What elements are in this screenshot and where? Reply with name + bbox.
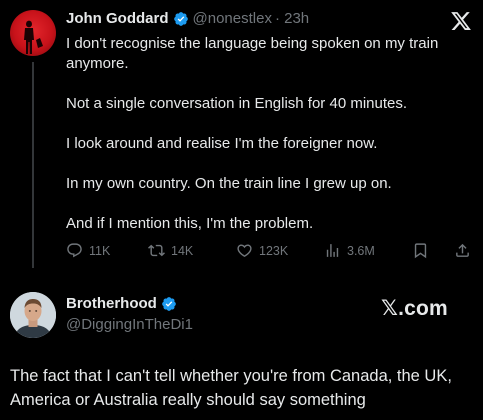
thread-connector-line bbox=[32, 62, 34, 268]
verified-badge-icon bbox=[161, 296, 176, 311]
reply-button[interactable]: 11K bbox=[66, 242, 110, 259]
repost-icon bbox=[148, 244, 165, 257]
profile-photo-icon bbox=[10, 292, 56, 338]
x-logo-icon bbox=[451, 12, 471, 30]
author-handle[interactable]: @nonestlex bbox=[193, 10, 272, 27]
tweet1-action-bar: 11K 14K 123K 3.6M bbox=[66, 242, 480, 264]
repost-count: 14K bbox=[171, 243, 194, 258]
tweet1-text: I don't recognise the language being spo… bbox=[66, 34, 476, 234]
tweet2-header: Brotherhood bbox=[66, 295, 177, 312]
verified-badge-icon bbox=[173, 11, 188, 26]
repost-button[interactable]: 14K bbox=[148, 242, 193, 259]
author-name[interactable]: Brotherhood bbox=[66, 295, 157, 312]
tweet-paragraph: I look around and realise I'm the foreig… bbox=[66, 135, 378, 152]
avatar-brotherhood[interactable] bbox=[10, 292, 56, 338]
reply-icon bbox=[67, 243, 82, 258]
silhouette-figure-icon bbox=[24, 20, 43, 54]
view-count: 3.6M bbox=[347, 243, 375, 258]
tweet1-header: John Goddard @nonestlex · 23h bbox=[66, 10, 309, 27]
tweet-paragraph: In my own country. On the train line I g… bbox=[66, 175, 392, 192]
bookmark-button[interactable] bbox=[412, 242, 435, 259]
timestamp[interactable]: · 23h bbox=[275, 10, 309, 27]
like-count: 123K bbox=[259, 243, 289, 258]
heart-icon bbox=[237, 244, 252, 257]
x-com-watermark: 𝕏.com bbox=[381, 297, 448, 320]
tweet-paragraph: Not a single conversation in English for… bbox=[66, 95, 408, 112]
author-handle[interactable]: @DiggingInTheDi1 bbox=[66, 316, 193, 333]
like-button[interactable]: 123K bbox=[236, 242, 288, 259]
bookmark-icon bbox=[414, 243, 427, 259]
share-icon bbox=[456, 243, 469, 257]
tweet-paragraph: I don't recognise the language being spo… bbox=[66, 35, 439, 72]
share-button[interactable] bbox=[454, 242, 477, 259]
avatar-john-goddard[interactable] bbox=[10, 10, 56, 56]
author-name[interactable]: John Goddard bbox=[66, 10, 169, 27]
tweet-paragraph: And if I mention this, I'm the problem. bbox=[66, 215, 314, 232]
views-chart-icon bbox=[326, 244, 339, 257]
views-button[interactable]: 3.6M bbox=[324, 242, 375, 259]
tweet2-text: The fact that I can't tell whether you'r… bbox=[10, 367, 452, 409]
reply-count: 11K bbox=[89, 243, 111, 258]
